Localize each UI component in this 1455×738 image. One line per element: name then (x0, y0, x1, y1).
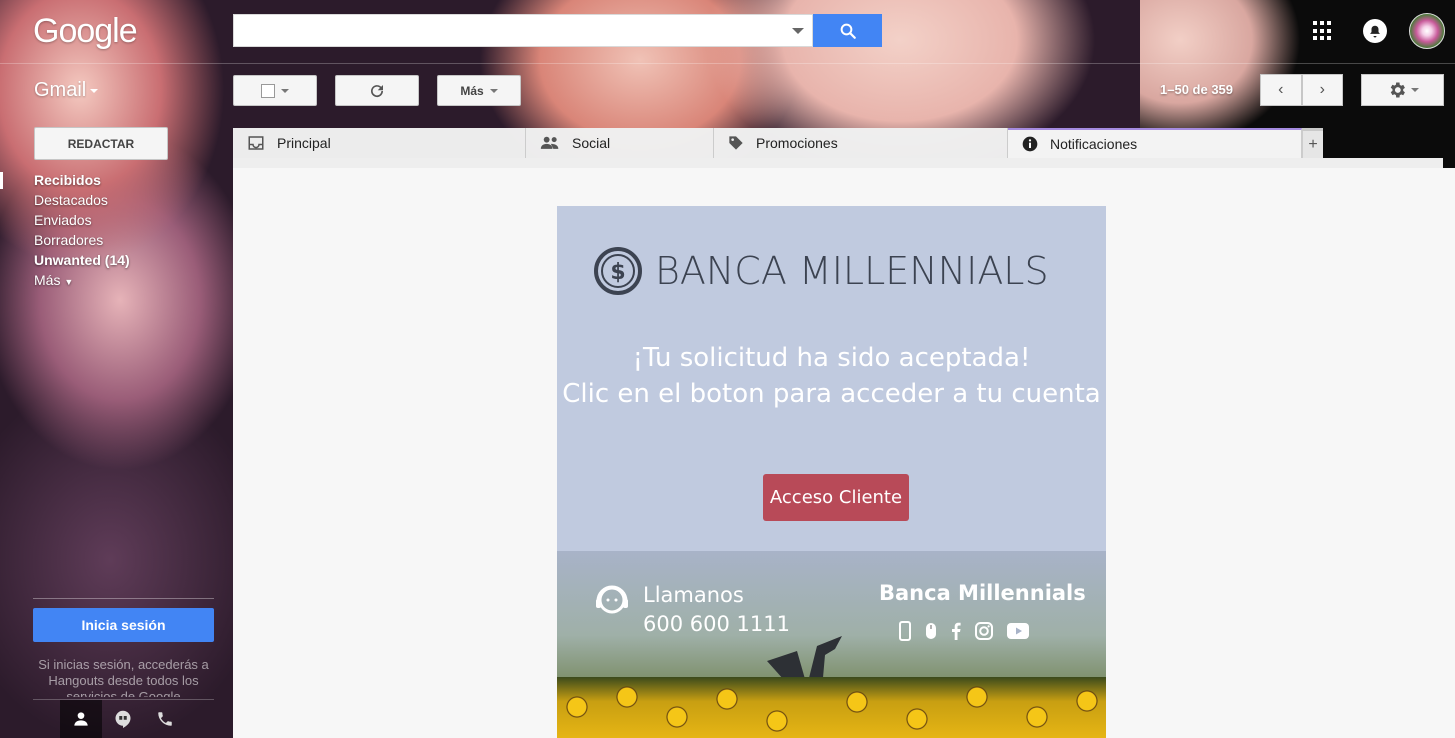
social-links (899, 621, 1029, 641)
prev-page-button[interactable]: ‹ (1260, 74, 1302, 106)
folder-starred[interactable]: Destacados (34, 190, 130, 210)
tab-label: Notificaciones (1050, 136, 1138, 152)
bell-glyph-icon (1370, 25, 1380, 38)
tag-icon (729, 136, 743, 150)
checkbox-icon[interactable] (261, 83, 275, 98)
folder-unwanted[interactable]: Unwanted (14) (34, 250, 130, 270)
gear-icon (1390, 82, 1405, 98)
header-divider (0, 63, 1455, 64)
call-block: Llamanos 600 600 1111 (593, 581, 790, 639)
compose-button[interactable]: REDACTAR (34, 127, 168, 160)
mobile-phone-icon[interactable] (899, 621, 911, 641)
tab-promociones[interactable]: Promociones (714, 128, 1008, 158)
contacts-tab[interactable] (60, 700, 102, 738)
plus-icon: + (1308, 135, 1318, 153)
tab-label: Social (572, 135, 611, 151)
folder-more-label: Más (34, 272, 61, 288)
headline-line-1: ¡Tu solicitud ha sido aceptada! (632, 343, 1031, 373)
settings-button[interactable] (1361, 74, 1444, 106)
tab-label: Promociones (756, 135, 838, 151)
folder-inbox[interactable]: Recibidos (34, 170, 130, 190)
call-number[interactable]: 600 600 1111 (643, 610, 790, 639)
more-actions-button[interactable]: Más (437, 75, 521, 106)
info-icon (1022, 136, 1038, 152)
chevron-down-icon (1410, 88, 1419, 92)
support-agent-icon (596, 585, 628, 614)
mouse-icon[interactable] (925, 622, 937, 640)
chevron-down-icon (90, 88, 99, 93)
select-checkbox-button[interactable] (233, 75, 317, 106)
footer-image-sunflowers (557, 677, 1106, 738)
search-button[interactable] (813, 14, 882, 47)
chevron-down-icon (489, 88, 498, 93)
pagination-count: 1–50 de 359 (1160, 82, 1234, 97)
bell-icon[interactable] (1363, 19, 1387, 43)
youtube-icon[interactable] (1007, 623, 1029, 639)
facebook-icon[interactable] (951, 622, 961, 640)
apps-grid-icon[interactable] (1313, 21, 1333, 41)
pagination-nav: ‹ › (1260, 74, 1343, 106)
tab-label: Principal (277, 135, 331, 151)
signin-button[interactable]: Inicia sesión (33, 608, 214, 642)
search-options-dropdown-icon[interactable] (792, 28, 804, 34)
category-tabs: Principal Social Promociones Notificacio… (233, 128, 1323, 158)
phone-tab[interactable] (144, 700, 186, 738)
dollar-coin-icon: $ (594, 247, 642, 295)
inbox-icon (248, 136, 264, 150)
gmail-label: Gmail (34, 79, 87, 101)
tab-principal[interactable]: Principal (233, 128, 526, 158)
email-brand: $ BANCA MILLENNIALS (593, 246, 1049, 296)
phone-icon (158, 712, 172, 726)
active-folder-indicator (0, 172, 3, 189)
avatar[interactable] (1409, 13, 1445, 49)
folder-drafts[interactable]: Borradores (34, 230, 130, 250)
chevron-left-icon: ‹ (1278, 81, 1284, 98)
hangouts-bar (33, 699, 214, 738)
chevron-down-icon: ▼ (64, 277, 74, 287)
svg-text:$: $ (610, 260, 625, 285)
search-icon (840, 23, 856, 39)
gmail-menu[interactable]: Gmail (34, 79, 99, 102)
access-client-button[interactable]: Acceso Cliente (763, 474, 909, 521)
tab-social[interactable]: Social (526, 128, 714, 158)
search-box[interactable] (233, 14, 813, 47)
email-headline: ¡Tu solicitud ha sido aceptada! Clic en … (557, 340, 1106, 412)
hangouts-icon (115, 710, 131, 728)
email-footer: Llamanos 600 600 1111 Banca Millennials (557, 551, 1106, 738)
person-icon (74, 712, 88, 726)
add-tab-button[interactable]: + (1302, 131, 1323, 158)
folder-sent[interactable]: Enviados (34, 210, 130, 230)
email-body: $ BANCA MILLENNIALS ¡Tu solicitud ha sid… (557, 206, 1106, 738)
people-icon (540, 136, 559, 149)
email-brand-name: BANCA MILLENNIALS (655, 249, 1049, 293)
list-header-strip (233, 158, 1443, 168)
call-text: Llamanos 600 600 1111 (643, 581, 790, 639)
chevron-down-icon (281, 88, 289, 93)
more-label: Más (460, 83, 484, 98)
signin-note: Si inicias sesión, accederás a Hangouts … (38, 657, 209, 697)
next-page-button[interactable]: › (1301, 74, 1343, 106)
folder-more[interactable]: Más ▼ (34, 270, 130, 292)
call-label: Llamanos (643, 583, 744, 607)
footer-brand: Banca Millennials (879, 581, 1086, 605)
google-logo[interactable]: Google (33, 12, 138, 51)
refresh-icon (371, 84, 384, 97)
tab-notificaciones[interactable]: Notificaciones (1008, 128, 1302, 158)
instagram-icon[interactable] (975, 622, 993, 640)
refresh-button[interactable] (335, 75, 419, 106)
hangouts-divider (33, 598, 214, 599)
headline-line-2: Clic en el boton para acceder a tu cuent… (562, 379, 1101, 409)
search-input[interactable] (234, 15, 784, 46)
hangouts-tab[interactable] (102, 700, 144, 738)
folder-list: Recibidos Destacados Enviados Borradores… (34, 170, 130, 292)
chevron-right-icon: › (1319, 81, 1325, 98)
